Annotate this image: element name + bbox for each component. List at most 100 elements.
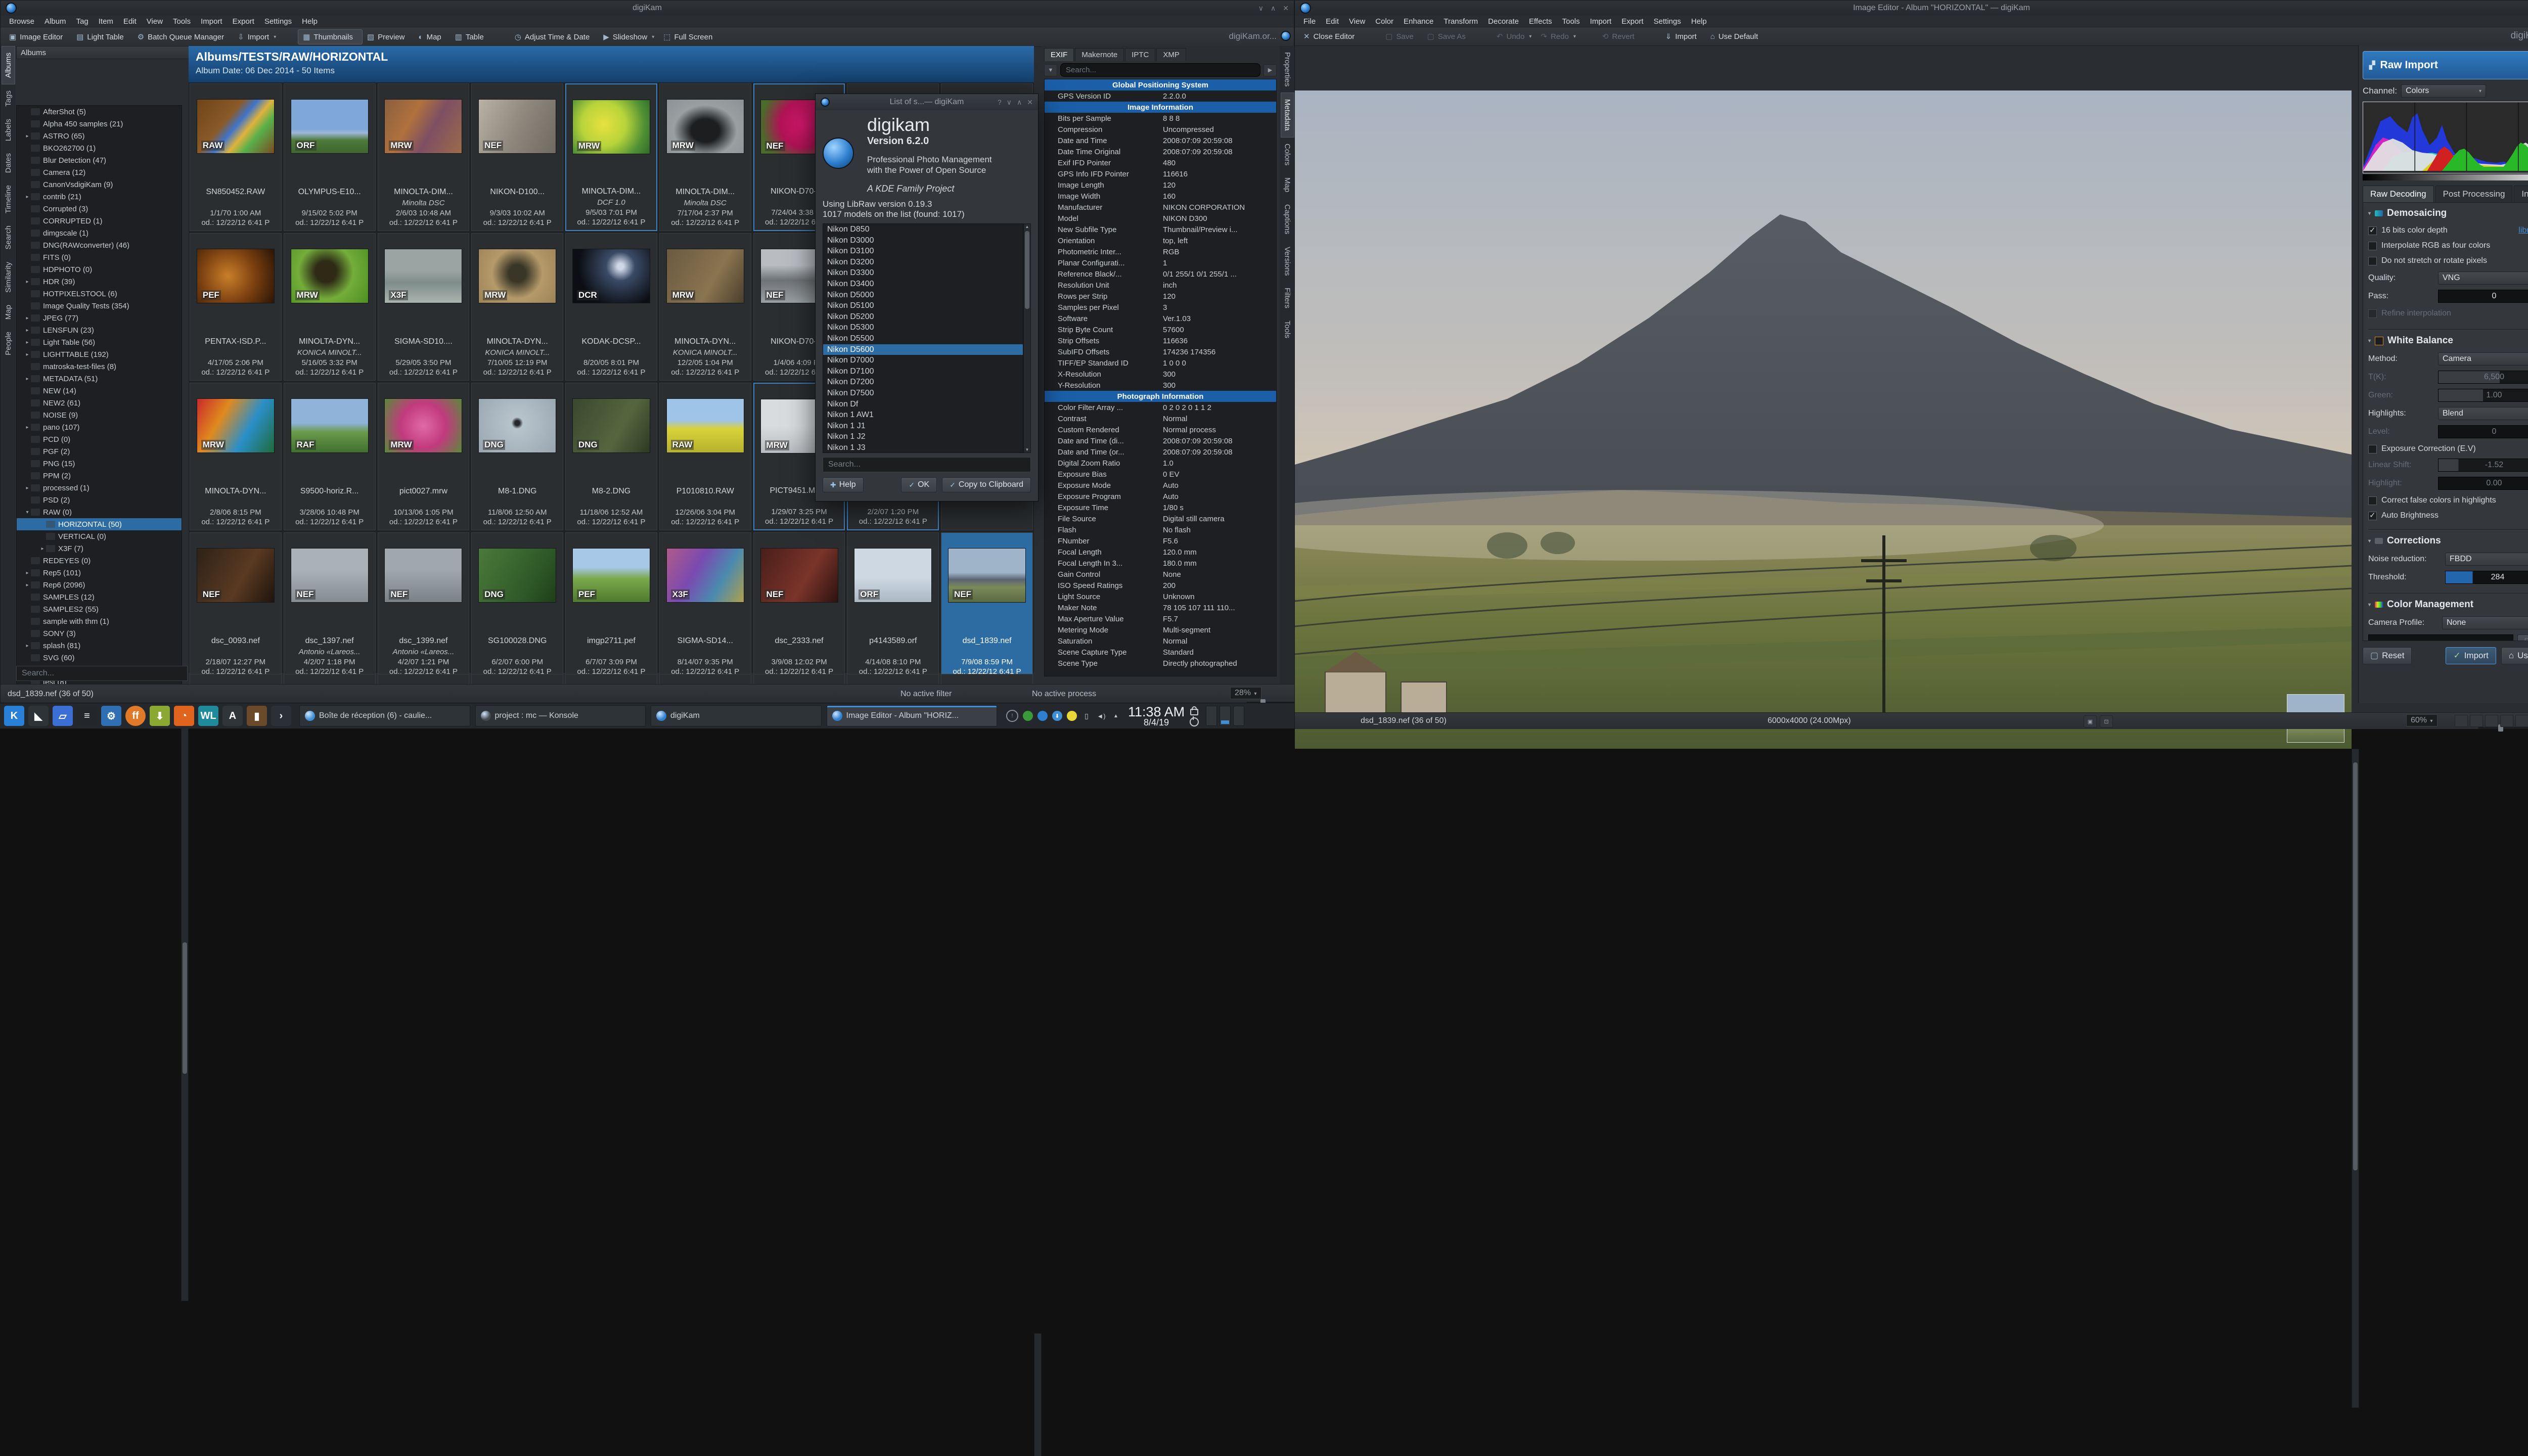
menu-item[interactable]: Export [1617,17,1648,26]
sidebar-tab[interactable]: Labels [2,113,15,147]
expand-arrow-icon[interactable]: ▸ [24,340,31,345]
minimize-icon[interactable]: ∨ [1258,4,1263,13]
profile-path-input[interactable] [2368,634,2513,641]
thumbnail-cell[interactable]: ORF OLYMPUS-E10... 9/15/02 5:02 PM od.: … [284,83,376,231]
close-icon[interactable]: ✕ [1283,4,1289,13]
copy-to-clipboard-button[interactable]: ✓Copy to Clipboard [942,477,1031,492]
expand-arrow-icon[interactable]: ▸ [24,328,31,333]
channel-select[interactable]: Colors▾ [2401,84,2486,98]
toolbar-button[interactable]: ⟲ Revert [1598,29,1644,43]
right-dock-tab[interactable]: Metadata [1281,93,1294,138]
thumbnail-cell[interactable]: MRW MINOLTA-DYN... 2/8/06 8:15 PM od.: 1… [190,383,282,530]
taskbar-launcher-icon[interactable]: A [222,706,243,726]
thumbnail-cell[interactable]: RAW P1010810.RAW 12/26/06 3:04 PM od.: 1… [659,383,751,530]
thumbnail-cell[interactable]: X3F SIGMA-SD14... 8/14/07 9:35 PM od.: 1… [659,532,751,680]
interpolate-rgb-checkbox[interactable]: Interpolate RGB as four colors [2368,241,2528,250]
menu-item[interactable]: Enhance [1399,17,1438,26]
taskbar-window-button[interactable]: project : mc — Konsole [475,705,646,726]
network-icon[interactable] [1023,711,1033,721]
album-tree-item[interactable]: ▸ X3F (7) [17,542,182,555]
expand-arrow-icon[interactable]: ▸ [24,133,31,139]
camera-list-item[interactable]: Nikon 1 J1 [823,421,1023,432]
menu-item[interactable]: Tools [168,17,195,26]
menu-item[interactable]: Edit [119,17,141,26]
expand-arrow-icon[interactable]: ▸ [24,279,31,285]
album-tree-item[interactable]: ▾ RAW (0) [17,506,182,518]
thumbnail-cell[interactable]: X3F SIGMA-SD10.... 5/29/05 3:50 PM od.: … [378,233,470,381]
help-button[interactable]: ✚Help [823,477,864,492]
thumbbar-button[interactable] [2485,715,2498,727]
camera-list-item[interactable]: Nikon 1 J3 [823,442,1023,453]
toolbar-button[interactable]: ◷ Adjust Time & Date [510,30,599,44]
status-icon[interactable] [1067,711,1077,721]
album-tree-item[interactable]: DNG(RAWconverter) (46) [17,239,182,251]
volume-icon[interactable]: ◄) [1096,711,1106,721]
fit-selection-icon[interactable]: ⊡ [2100,715,2113,727]
album-tree-item[interactable]: ▸ Rep6 (2096) [17,579,182,591]
menu-item[interactable]: Transform [1439,17,1482,26]
toolbar-button[interactable]: ▢ Save As [1423,29,1475,43]
menu-item[interactable]: Import [196,17,227,26]
thumbnail-cell[interactable]: NEF dsc_1399.nef Antonio «Lareos... 4/2/… [378,532,470,680]
album-tree-item[interactable]: SVG (60) [17,652,182,664]
toolbar-button[interactable]: ↷ Redo ▾ [1536,29,1580,43]
album-tree-item[interactable]: CanonVsdigiKam (9) [17,178,182,191]
libraw-link[interactable]: libraw 0.19.3 [2518,226,2528,235]
expand-arrow-icon[interactable]: ▸ [24,352,31,357]
thumbnail-cell[interactable]: NEF NIKON-D100... 9/3/03 10:02 AM od.: 1… [471,83,563,231]
camera-list-item[interactable]: Nikon D7200 [823,377,1023,388]
thumbnail-cell[interactable]: NEF dsc_1397.nef Antonio «Lareos... 4/2/… [284,532,376,680]
thumbnail-cell[interactable]: PEF imgp2711.pef 6/7/07 3:09 PM od.: 12/… [565,532,657,680]
sidebar-tab[interactable]: Dates [2,147,15,179]
white-balance-section-header[interactable]: ▾ White Balance [2368,335,2528,346]
menu-item[interactable]: Export [228,17,259,26]
editor-canvas[interactable] [1295,90,2352,749]
toolbar-button[interactable] [493,34,510,39]
toolbar-button[interactable]: ▦ Thumbnails [298,29,363,44]
maximize-icon[interactable]: ∧ [1017,98,1022,107]
album-search-input[interactable]: Search... [16,666,188,681]
right-dock-tab[interactable]: Versions [1281,241,1294,282]
threshold-spinbox[interactable]: 284▲▼ [2445,571,2528,584]
camera-list-item[interactable]: Nikon D3100 [823,246,1023,257]
album-tree-item[interactable]: ▸ LIGHTTABLE (192) [17,348,182,360]
album-tree-item[interactable]: ▸ Light Table (56) [17,336,182,348]
thumbnail-cell[interactable]: MRW MINOLTA-DIM... Minolta DSC 2/6/03 10… [378,83,470,231]
album-tree-item[interactable]: ▸ splash (81) [17,640,182,652]
right-dock-tab[interactable]: Tools [1281,314,1294,344]
wb-method-select[interactable]: Camera▾ [2438,352,2528,366]
notifications-icon[interactable]: ! [1006,710,1018,722]
menu-item[interactable]: Decorate [1483,17,1523,26]
toolbar-button[interactable]: ↶ Undo ▾ [1492,29,1536,43]
taskbar-launcher-icon[interactable]: WL [198,706,218,726]
expand-arrow-icon[interactable]: ▸ [39,546,46,552]
raw-tab[interactable]: Raw Decoding [2363,186,2434,202]
right-dock-tab[interactable]: Colors [1281,138,1294,171]
taskbar-launcher-icon[interactable]: › [271,706,291,726]
album-tree-item[interactable]: Alpha 450 samples (21) [17,118,182,130]
album-tree-item[interactable]: HORIZONTAL (50) [17,518,182,530]
menu-item[interactable]: Settings [260,17,296,26]
thumbnail-cell[interactable]: DCR KODAK-DCSP... 8/20/05 8:01 PM od.: 1… [565,233,657,381]
camera-list-item[interactable]: Nikon D3300 [823,267,1023,279]
right-dock-tab[interactable]: Map [1281,171,1294,198]
taskbar-launcher-icon[interactable]: ◣ [28,706,49,726]
toolbar-button[interactable]: ▧ Preview [363,30,414,44]
album-tree-item[interactable]: PPM (2) [17,470,182,482]
menu-item[interactable]: Import [1586,17,1616,26]
pass-spinbox[interactable]: 0 ▲▼ [2438,290,2528,303]
menu-item[interactable]: Help [297,17,322,26]
sidebar-tab[interactable]: Tags [2,84,15,113]
menu-item[interactable]: Help [1687,17,1711,26]
albums-panel-header[interactable]: Albums ▾ [16,46,197,59]
menu-item[interactable]: Browse [5,17,39,26]
album-tree-item[interactable]: SONY (3) [17,627,182,640]
thumbnail-cell[interactable]: DNG M8-1.DNG 11/8/06 12:50 AM od.: 12/22… [471,383,563,530]
album-tree-item[interactable]: ▸ LENSFUN (23) [17,324,182,336]
corrections-section-header[interactable]: ▾ Corrections [2368,535,2528,547]
taskbar-launcher-icon[interactable]: ▮ [247,706,267,726]
thumbnail-cell[interactable]: MRW pict0027.mrw 10/13/06 1:05 PM od.: 1… [378,383,470,530]
taskbar-window-button[interactable]: Boîte de réception (6) - caulie... [299,705,470,726]
thumbnail-cell[interactable]: MRW MINOLTA-DYN... KONICA MINOLT... 7/10… [471,233,563,381]
auto-brightness-checkbox[interactable]: Auto Brightness [2368,511,2528,520]
